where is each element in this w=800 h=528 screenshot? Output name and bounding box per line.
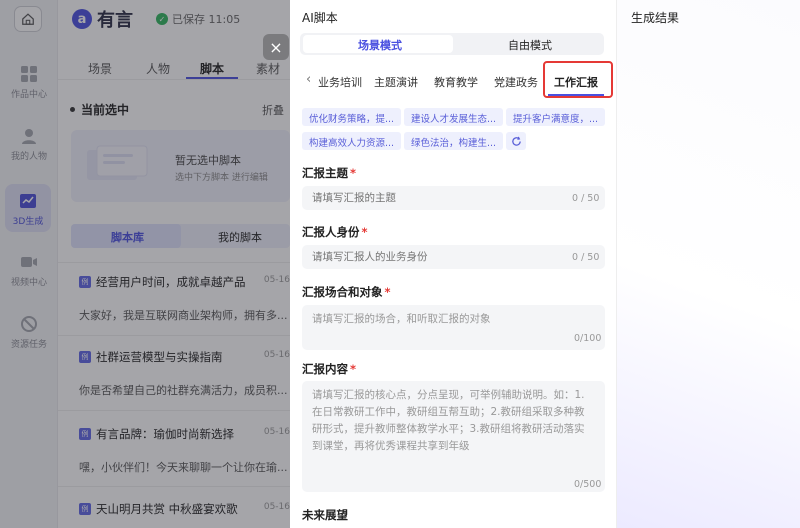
category-party-affairs[interactable]: 党建政务 [494, 74, 538, 90]
report-topic-input[interactable] [302, 186, 605, 210]
field-label-report-content: 汇报内容 * [302, 362, 357, 376]
category-education[interactable]: 教育教学 [434, 74, 478, 90]
field-label-report-topic: 汇报主题 * [302, 166, 357, 180]
mode-switch: 场景模式 自由模式 [300, 33, 604, 55]
mode-scene[interactable]: 场景模式 [358, 37, 402, 53]
char-counter: 0/500 [574, 479, 602, 490]
report-content-textarea[interactable]: 请填写汇报的核心点，分点呈现，可举例辅助说明。如：1.在日常教研工作中，教研组互… [302, 381, 605, 492]
category-business-training[interactable]: 业务培训 [318, 74, 362, 90]
category-keynote[interactable]: 主题演讲 [374, 74, 418, 90]
refresh-button[interactable] [506, 132, 526, 150]
topic-chip[interactable]: 提升客户满意度，... [506, 108, 606, 126]
result-panel: 生成结果 [616, 0, 800, 528]
chevron-left-icon[interactable]: ‹ [306, 72, 311, 87]
field-label-reporter-identity: 汇报人身份 * [302, 225, 368, 239]
close-button[interactable]: × [263, 34, 289, 60]
ai-script-panel: AI脚本 场景模式 自由模式 ‹ 业务培训 主题演讲 教育教学 党建政务 工作汇… [290, 0, 616, 528]
occasion-textarea[interactable]: 请填写汇报的场合，和听取汇报的对象 [302, 305, 605, 350]
char-counter: 0/100 [574, 333, 602, 344]
mode-free[interactable]: 自由模式 [508, 37, 552, 53]
reporter-identity-input[interactable] [302, 245, 605, 269]
field-label-future-outlook: 未来展望 [302, 508, 348, 522]
result-title: 生成结果 [631, 11, 680, 25]
topic-chip[interactable]: 优化财务策略，提... [302, 108, 402, 126]
close-icon: × [269, 37, 283, 57]
ai-panel-title: AI脚本 [302, 11, 338, 25]
topic-chip[interactable]: 建设人才发展生态... [404, 108, 504, 126]
refresh-icon [511, 136, 521, 146]
modal-backdrop[interactable] [0, 0, 290, 528]
topic-chip[interactable]: 绿色法治，构建生... [404, 132, 504, 150]
highlight-box [543, 61, 613, 98]
char-counter: 0 / 50 [572, 252, 600, 263]
field-label-occasion: 汇报场合和对象 * [302, 285, 391, 299]
topic-chip[interactable]: 构建高效人力资源... [302, 132, 402, 150]
char-counter: 0 / 50 [572, 193, 600, 204]
